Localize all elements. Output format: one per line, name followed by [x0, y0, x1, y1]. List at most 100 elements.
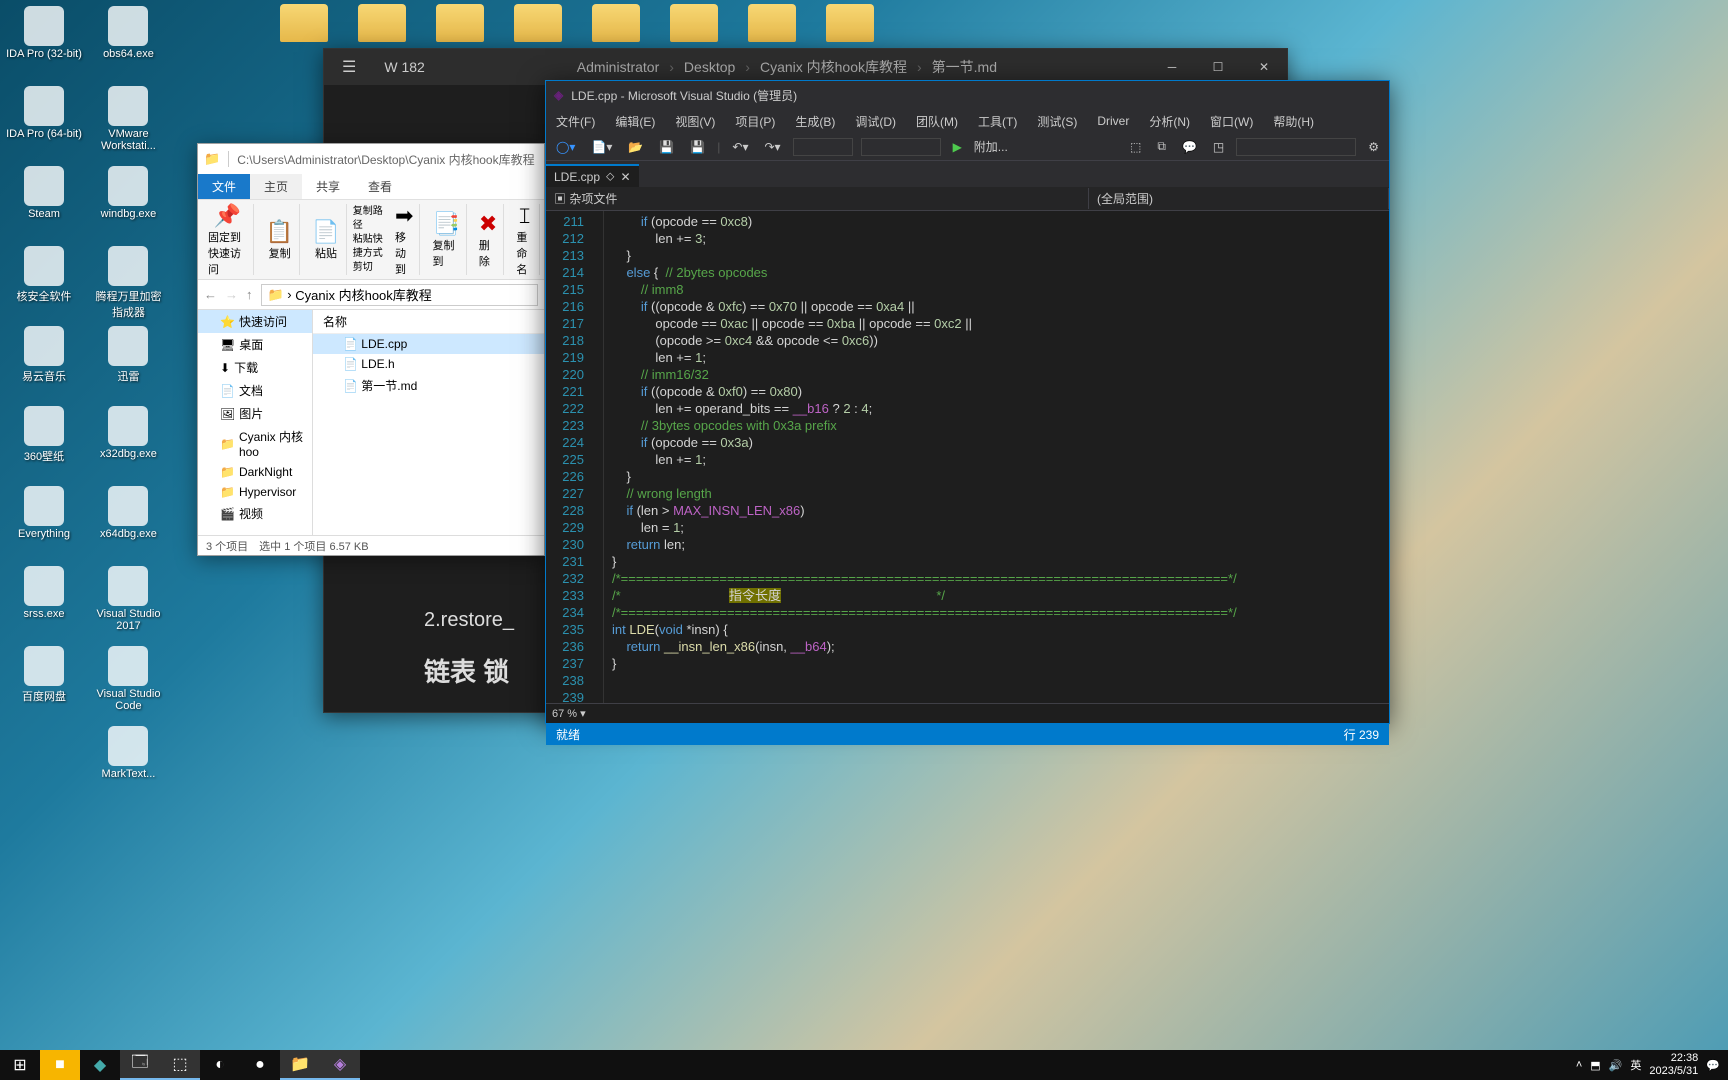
- sidebar-item-quickaccess[interactable]: ⭐ 快速访问: [198, 310, 312, 333]
- sidebar-item-pictures[interactable]: 🖼 图片: [198, 402, 312, 425]
- paste-shortcut-button[interactable]: 粘贴快捷方式: [353, 233, 383, 261]
- taskbar-app[interactable]: ⬚: [160, 1050, 200, 1080]
- code-editor[interactable]: 2112122132142152162172182192202212222232…: [546, 211, 1389, 703]
- tray-volume-icon[interactable]: 🔊: [1609, 1059, 1623, 1072]
- tray-chevron-icon[interactable]: ˄: [1576, 1059, 1582, 1071]
- desktop-icon[interactable]: MarkText...: [90, 726, 166, 802]
- move-icon[interactable]: ➡: [395, 203, 413, 229]
- sidebar-item-videos[interactable]: 🎬 视频: [198, 502, 312, 525]
- menu-window[interactable]: 窗口(W): [1200, 113, 1263, 130]
- desktop-icon[interactable]: Everything: [6, 486, 82, 562]
- menu-file[interactable]: 文件(F): [546, 113, 605, 130]
- folder-icon[interactable]: [436, 4, 484, 42]
- tab-file[interactable]: LDE.cpp ⬦ ✕: [546, 164, 639, 187]
- hamburger-icon[interactable]: ☰: [324, 57, 374, 77]
- menu-team[interactable]: 团队(M): [906, 113, 968, 130]
- desktop-icon[interactable]: obs64.exe: [90, 6, 166, 82]
- desktop-icon[interactable]: Visual Studio Code: [90, 646, 166, 722]
- menu-tools[interactable]: 工具(T): [968, 113, 1027, 130]
- sidebar-item-folder[interactable]: 📁 DarkNight: [198, 462, 312, 482]
- taskbar-app[interactable]: 🗔: [120, 1050, 160, 1080]
- menu-debug[interactable]: 调试(D): [845, 113, 906, 130]
- undo-icon[interactable]: ↶▾: [728, 138, 752, 156]
- breadcrumb-item[interactable]: Administrator: [577, 59, 659, 75]
- back-button[interactable]: ←: [204, 287, 217, 302]
- up-button[interactable]: ↑: [246, 287, 253, 302]
- tb-icon[interactable]: 💬: [1178, 138, 1201, 156]
- desktop-icon[interactable]: 迅雷: [90, 326, 166, 402]
- address-bar[interactable]: 📁 › Cyanix 内核hook库教程: [261, 284, 539, 306]
- tab-home[interactable]: 主页: [250, 174, 302, 199]
- menu-edit[interactable]: 编辑(E): [605, 113, 665, 130]
- copyto-icon[interactable]: 📑: [432, 211, 459, 237]
- tab-file[interactable]: 文件: [198, 174, 250, 199]
- desktop-icon[interactable]: 360壁纸: [6, 406, 82, 482]
- rename-icon[interactable]: 𝙸: [517, 203, 533, 229]
- desktop-icon[interactable]: 核安全软件: [6, 246, 82, 322]
- menu-help[interactable]: 帮助(H): [1263, 113, 1324, 130]
- sidebar-item-folder[interactable]: 📁 Hypervisor: [198, 482, 312, 502]
- desktop-icon[interactable]: 易云音乐: [6, 326, 82, 402]
- desktop-icon[interactable]: IDA Pro (32-bit): [6, 6, 82, 82]
- back-icon[interactable]: ◯▾: [552, 138, 579, 156]
- folder-icon[interactable]: [670, 4, 718, 42]
- tb-icon[interactable]: ◳: [1209, 138, 1228, 156]
- desktop-icon[interactable]: x32dbg.exe: [90, 406, 166, 482]
- file-item[interactable]: 📄 第一节.md: [313, 374, 544, 397]
- pin-icon[interactable]: 📌: [214, 203, 241, 229]
- folder-icon[interactable]: [592, 4, 640, 42]
- desktop-icon[interactable]: 百度网盘: [6, 646, 82, 722]
- folder-icon[interactable]: [514, 4, 562, 42]
- folder-icon[interactable]: [280, 4, 328, 42]
- tb-icon[interactable]: ⚙: [1364, 138, 1383, 156]
- vs-titlebar[interactable]: ◈ LDE.cpp - Microsoft Visual Studio (管理员…: [546, 81, 1389, 109]
- tab-share[interactable]: 共享: [302, 174, 354, 199]
- menu-analyze[interactable]: 分析(N): [1139, 113, 1200, 130]
- taskbar-app[interactable]: ●: [240, 1050, 280, 1080]
- explorer-titlebar[interactable]: 📁 C:\Users\Administrator\Desktop\Cyanix …: [198, 144, 544, 174]
- sidebar-item-folder[interactable]: 📁 Cyanix 内核hoo: [198, 425, 312, 462]
- pin-icon[interactable]: ⬦: [606, 169, 614, 184]
- save-icon[interactable]: 💾: [655, 138, 678, 156]
- sidebar-item-thispc[interactable]: 💻 此电脑: [198, 531, 312, 535]
- menu-build[interactable]: 生成(B): [785, 113, 845, 130]
- attach-button[interactable]: 附加...: [974, 138, 1008, 155]
- menu-view[interactable]: 视图(V): [665, 113, 725, 130]
- redo-icon[interactable]: ↷▾: [760, 138, 784, 156]
- folder-icon[interactable]: [358, 4, 406, 42]
- delete-icon[interactable]: ✖: [479, 211, 497, 237]
- desktop-icon[interactable]: VMware Workstati...: [90, 86, 166, 162]
- code-area[interactable]: if (opcode == 0xc8) len += 3; } else { /…: [604, 211, 1389, 703]
- new-icon[interactable]: 📄▾: [587, 138, 616, 156]
- tb-icon[interactable]: ⧉: [1153, 137, 1170, 156]
- zoom-level[interactable]: 67 %: [552, 708, 577, 720]
- forward-button[interactable]: →: [225, 287, 238, 302]
- nav-project[interactable]: ▣ 杂项文件: [546, 188, 1089, 209]
- saveall-icon[interactable]: 💾: [686, 138, 709, 156]
- desktop-icon[interactable]: Steam: [6, 166, 82, 242]
- taskbar-vs[interactable]: ◈: [320, 1050, 360, 1080]
- folder-icon[interactable]: [826, 4, 874, 42]
- open-icon[interactable]: 📂: [624, 138, 647, 156]
- tray-icon[interactable]: ⬒: [1590, 1059, 1600, 1072]
- start-button[interactable]: ⊞: [0, 1050, 40, 1080]
- tb-icon[interactable]: ⬚: [1126, 138, 1145, 156]
- tray-clock[interactable]: 22:38 2023/5/31: [1649, 1052, 1698, 1078]
- file-item[interactable]: 📄 LDE.cpp: [313, 334, 544, 354]
- taskbar-app[interactable]: ◐: [200, 1050, 240, 1080]
- close-icon[interactable]: ✕: [620, 170, 630, 184]
- taskbar-app[interactable]: ■: [40, 1050, 80, 1080]
- file-item[interactable]: 📄 LDE.h: [313, 354, 544, 374]
- paste-icon[interactable]: 📄: [312, 219, 339, 245]
- taskbar-app[interactable]: ◆: [80, 1050, 120, 1080]
- folder-icon[interactable]: [748, 4, 796, 42]
- breadcrumb-item[interactable]: Cyanix 内核hook库教程: [760, 57, 907, 77]
- copy-path-button[interactable]: 复制路径: [353, 205, 383, 233]
- desktop-icon[interactable]: srss.exe: [6, 566, 82, 642]
- breadcrumb-item[interactable]: Desktop: [684, 59, 735, 75]
- taskbar-explorer[interactable]: 📁: [280, 1050, 320, 1080]
- cut-button[interactable]: 剪切: [353, 261, 383, 275]
- copy-icon[interactable]: 📋: [266, 219, 293, 245]
- desktop-icon[interactable]: x64dbg.exe: [90, 486, 166, 562]
- nav-scope[interactable]: (全局范围): [1089, 188, 1389, 209]
